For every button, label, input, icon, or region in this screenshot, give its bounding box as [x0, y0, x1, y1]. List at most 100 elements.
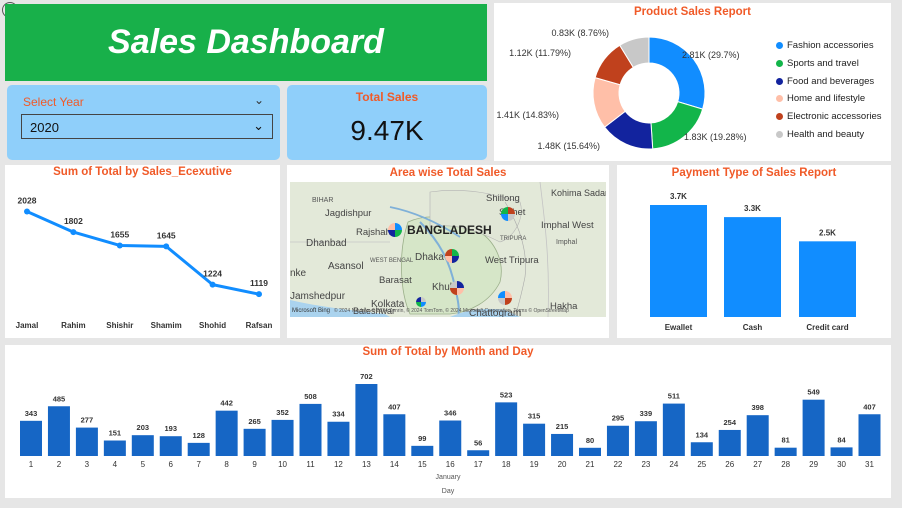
day-data-label: 523	[500, 390, 513, 399]
map-label-rajshahi: Rajshahi	[356, 227, 393, 238]
day-bar[interactable]	[271, 419, 294, 456]
map-pie-marker[interactable]	[416, 297, 426, 307]
legend-color-icon	[776, 95, 783, 103]
day-data-label: 80	[586, 436, 594, 445]
day-data-label: 339	[640, 409, 653, 418]
title-banner: Sales Dashboard	[5, 4, 487, 81]
day-bar[interactable]	[774, 447, 797, 456]
payment-type-panel: Payment Type of Sales Report 3.7K Ewallet…	[617, 165, 891, 338]
day-data-label: 81	[781, 436, 789, 445]
day-tick-label: 14	[390, 460, 399, 469]
executive-tick-label: Shamim	[151, 321, 182, 330]
legend-item[interactable]: Home and lifestyle	[776, 93, 865, 104]
day-tick-label: 31	[865, 460, 874, 469]
day-tick-label: 9	[252, 460, 257, 469]
day-bar[interactable]	[243, 428, 266, 456]
day-bar[interactable]	[690, 442, 713, 456]
day-data-label: 277	[81, 416, 94, 425]
day-bar[interactable]	[662, 403, 685, 456]
donut-slice[interactable]	[648, 36, 706, 110]
legend-item[interactable]: Health and beauty	[776, 129, 864, 140]
executive-sales-panel: Sum of Total by Sales_Ecexutive 2028 Jama…	[5, 165, 280, 338]
day-bar[interactable]	[103, 440, 126, 456]
day-data-label: 215	[556, 422, 569, 431]
executive-data-label: 2028	[18, 196, 37, 206]
executive-point[interactable]	[116, 242, 123, 249]
day-bar[interactable]	[411, 445, 434, 456]
day-bar[interactable]	[802, 399, 825, 456]
chevron-down-icon[interactable]: ⌄	[253, 118, 264, 134]
day-bar[interactable]	[551, 433, 574, 456]
day-bar[interactable]	[830, 447, 853, 456]
day-bar[interactable]	[159, 436, 182, 456]
day-data-label: 151	[109, 429, 122, 438]
day-bar[interactable]	[439, 420, 462, 456]
sales-map[interactable]: BIHAR Jagdishpur Rajshahi Dhanbad Asanso…	[290, 182, 606, 317]
map-pie-marker[interactable]	[388, 223, 402, 237]
day-tick-label: 16	[446, 460, 455, 469]
day-bar[interactable]	[495, 402, 518, 456]
day-bar[interactable]	[299, 403, 322, 456]
donut-data-label: 1.12K (11.79%)	[509, 48, 571, 58]
day-bar[interactable]	[187, 442, 210, 456]
daily-sales-panel: Sum of Total by Month and Day 343 1 485 2 27…	[5, 345, 891, 498]
day-bar[interactable]	[467, 450, 490, 456]
legend-item[interactable]: Electronic accessories	[776, 111, 882, 122]
payment-bar[interactable]	[799, 241, 856, 317]
map-pie-marker[interactable]	[450, 281, 464, 295]
legend-item[interactable]: Sports and travel	[776, 58, 859, 69]
day-bar[interactable]	[718, 429, 741, 456]
day-tick-label: 17	[474, 460, 483, 469]
map-label-asansol: Asansol	[328, 261, 364, 272]
day-bar[interactable]	[383, 414, 406, 456]
day-data-label: 407	[388, 402, 401, 411]
map-label-bangladesh: BANGLADESH	[407, 223, 492, 237]
executive-point[interactable]	[209, 281, 216, 288]
donut-data-label: 1.48K (15.64%)	[537, 141, 600, 151]
executive-point[interactable]	[256, 291, 262, 298]
area-sales-title: Area wise Total Sales	[389, 167, 507, 179]
day-bar[interactable]	[858, 414, 881, 456]
legend-item[interactable]: Food and beverages	[776, 76, 874, 87]
area-sales-panel: Area wise Total Sales BIHAR Jagdishpur R…	[287, 165, 609, 338]
day-bar[interactable]	[131, 435, 154, 456]
year-dropdown[interactable]: 2020 ⌄	[21, 114, 273, 139]
day-bar[interactable]	[746, 415, 769, 456]
year-slicer[interactable]: Select Year ⌄ 2020 ⌄	[7, 85, 280, 160]
legend-color-icon	[776, 59, 783, 67]
day-data-label: 128	[192, 431, 205, 440]
executive-point[interactable]	[163, 243, 170, 250]
map-label-kohima: Kohima Sadar	[551, 188, 606, 198]
legend-item[interactable]: Fashion accessories	[776, 40, 874, 51]
payment-bar[interactable]	[650, 205, 707, 317]
executive-point[interactable]	[70, 229, 77, 236]
collapse-chevron-icon[interactable]: ⌄	[254, 93, 264, 107]
day-bar[interactable]	[355, 384, 378, 456]
year-dropdown-value: 2020	[30, 120, 59, 135]
day-bar[interactable]	[327, 421, 350, 456]
executive-point[interactable]	[24, 208, 30, 215]
payment-bar[interactable]	[724, 217, 781, 317]
day-data-label: 84	[837, 435, 846, 444]
day-bar[interactable]	[523, 423, 546, 456]
executive-data-label: 1224	[203, 269, 222, 279]
day-bar[interactable]	[75, 427, 98, 456]
legend-label: Electronic accessories	[787, 111, 882, 123]
day-bar[interactable]	[215, 410, 238, 456]
executive-tick-label: Rafsan	[246, 321, 273, 330]
executive-data-label: 1655	[110, 229, 129, 239]
day-tick-label: 5	[141, 460, 146, 469]
day-data-label: 99	[418, 434, 426, 443]
day-bar[interactable]	[579, 447, 601, 456]
map-pie-marker[interactable]	[445, 249, 459, 263]
map-label-tripura: TRIPURA	[500, 236, 526, 242]
donut-data-label: 1.83K (19.28%)	[684, 132, 747, 142]
day-bar[interactable]	[606, 425, 629, 456]
day-tick-label: 27	[753, 460, 762, 469]
map-pie-marker[interactable]	[501, 207, 515, 221]
dashboard-title: Sales Dashboard	[108, 23, 384, 61]
day-bar[interactable]	[47, 406, 70, 456]
map-pie-marker[interactable]	[498, 291, 512, 305]
day-bar[interactable]	[634, 421, 657, 456]
day-bar[interactable]	[20, 420, 42, 456]
